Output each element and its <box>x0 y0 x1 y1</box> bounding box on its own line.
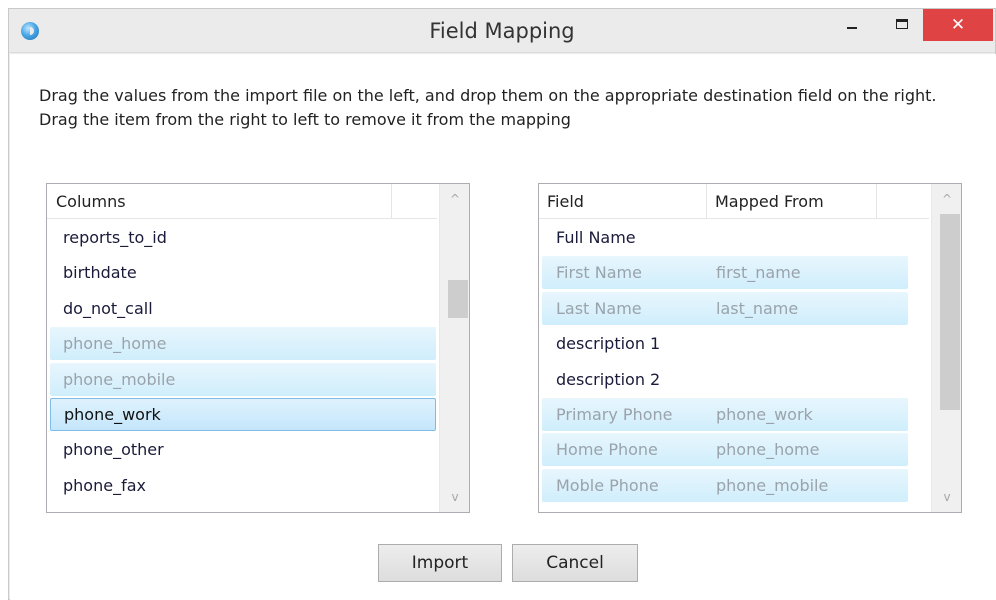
title-bar[interactable]: Field Mapping ✕ <box>9 9 995 53</box>
columns-list[interactable]: Columns reports_to_id birthdate do_not_cal… <box>46 183 470 513</box>
field-mapping-dialog: Field Mapping ✕ Drag the values from the… <box>8 8 996 600</box>
scroll-up-arrow-icon[interactable]: ^ <box>932 184 961 214</box>
mapped-from-cell: phone_mobile <box>716 475 829 495</box>
list-item[interactable]: phone_fax <box>50 469 436 502</box>
scroll-down-arrow-icon[interactable]: v <box>440 482 469 512</box>
instructions-text: Drag the values from the import file on … <box>39 86 937 129</box>
mapping-row[interactable]: Primary Phone phone_work <box>542 398 908 431</box>
mapping-row[interactable]: description 2 <box>542 363 908 396</box>
list-item[interactable]: do_not_call <box>50 292 436 325</box>
mapping-row[interactable]: Moble Phone phone_mobile <box>542 468 908 502</box>
column-header-columns[interactable]: Columns <box>47 184 392 218</box>
minimize-icon <box>847 27 857 29</box>
field-cell: First Name <box>556 263 642 283</box>
list-item-label: phone_other <box>63 440 164 460</box>
maximize-icon <box>896 19 908 29</box>
field-cell: Last Name <box>556 298 642 318</box>
column-header-mapped-from[interactable]: Mapped From <box>707 184 877 218</box>
field-mapping-list[interactable]: Field Mapped From Full Name First Name fir… <box>538 183 962 513</box>
field-cell: Home Phone <box>556 440 658 460</box>
list-item-label: phone_home <box>63 334 167 354</box>
minimize-button[interactable] <box>835 9 869 39</box>
mapping-row[interactable]: Full Name <box>542 221 908 254</box>
field-cell: Full Name <box>556 228 636 247</box>
list-item-label: phone_fax <box>63 475 146 495</box>
mapped-from-cell: first_name <box>716 263 801 283</box>
list-item[interactable]: reports_to_id <box>50 221 436 254</box>
mapping-row[interactable]: First Name first_name <box>542 256 908 290</box>
mapped-from-cell: last_name <box>716 298 799 318</box>
dialog-content: Drag the values from the import file on … <box>10 54 996 600</box>
mapping-row[interactable]: Home Phone phone_home <box>542 433 908 467</box>
field-cell: description 1 <box>556 334 661 354</box>
mapped-from-cell: phone_work <box>716 405 813 424</box>
import-button[interactable]: Import <box>378 544 502 582</box>
list-item-label: phone_mobile <box>63 369 176 389</box>
column-header-field[interactable]: Field <box>539 184 707 218</box>
close-icon: ✕ <box>950 15 966 35</box>
field-cell: description 2 <box>556 369 661 389</box>
maximize-button[interactable] <box>885 9 919 39</box>
list-item[interactable]: phone_mobile <box>50 362 436 396</box>
scroll-down-arrow-icon[interactable]: v <box>932 482 961 512</box>
list-item-label: birthdate <box>63 263 137 283</box>
columns-list-scrollbar[interactable]: ^ v <box>439 184 469 512</box>
field-cell: Primary Phone <box>556 405 673 424</box>
list-item[interactable]: phone_work <box>50 398 436 431</box>
list-item[interactable]: phone_other <box>50 433 436 466</box>
close-button[interactable]: ✕ <box>923 9 993 41</box>
list-item[interactable]: birthdate <box>50 256 436 289</box>
scroll-up-arrow-icon[interactable]: ^ <box>440 184 469 214</box>
scroll-thumb[interactable] <box>940 214 960 410</box>
cancel-button[interactable]: Cancel <box>512 544 638 582</box>
mapped-from-cell: phone_home <box>716 440 820 460</box>
list-item-label: do_not_call <box>63 298 153 318</box>
field-mapping-list-scrollbar[interactable]: ^ v <box>931 184 961 512</box>
scroll-thumb[interactable] <box>448 280 468 318</box>
columns-list-header: Columns <box>47 184 437 219</box>
list-item[interactable]: phone_home <box>50 327 436 361</box>
list-item-label: reports_to_id <box>63 228 167 247</box>
mapping-row[interactable]: Last Name last_name <box>542 291 908 325</box>
mapping-row[interactable]: description 1 <box>542 327 908 360</box>
field-mapping-list-header: Field Mapped From <box>539 184 929 219</box>
field-cell: Moble Phone <box>556 475 659 495</box>
list-item-label: phone_work <box>64 405 161 424</box>
